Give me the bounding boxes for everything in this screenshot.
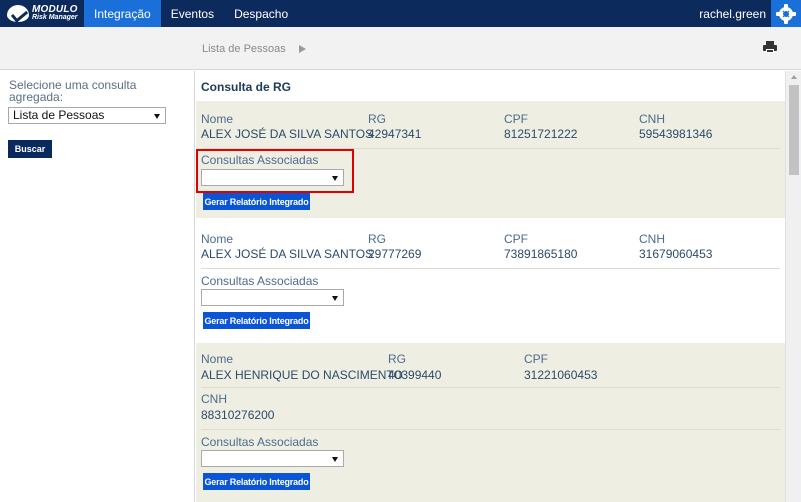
logo-line1: MODULO [32, 3, 78, 15]
cpf-label: CPF [524, 352, 548, 366]
record-card: Nome RG CPF CNH ALEX JOSÉ DA SILVA SANTO… [196, 101, 785, 218]
record-card: Nome RG CPF CNH ALEX JOSÉ DA SILVA SANTO… [196, 222, 785, 337]
query-select[interactable]: Lista de Pessoas [8, 107, 166, 124]
query-select-label: Selecione uma consulta agregada: [9, 78, 137, 104]
nav-item-eventos[interactable]: Eventos [161, 0, 224, 27]
cnh-label: CNH [639, 112, 665, 126]
cpf-value: 31221060453 [524, 368, 598, 382]
associadas-select[interactable] [201, 450, 344, 467]
nome-value: ALEX JOSÉ DA SILVA SANTOS [201, 127, 374, 141]
nav-item-integracao[interactable]: Integração [84, 0, 161, 27]
nome-label: Nome [201, 352, 234, 366]
logo-text: MODULO Risk Manager [32, 3, 78, 22]
rg-value: 29777269 [368, 247, 422, 261]
generate-report-button[interactable]: Gerar Relatório Integrado [203, 193, 310, 210]
divider [201, 429, 780, 430]
breadcrumb-bar: Lista de Pessoas [0, 27, 801, 70]
cnh-value: 88310276200 [201, 408, 275, 422]
divider [201, 387, 780, 388]
rg-label: RG [388, 352, 406, 366]
breadcrumb-item[interactable]: Lista de Pessoas [202, 43, 286, 55]
rg-label: RG [368, 232, 386, 246]
scroll-thumb[interactable] [789, 85, 799, 175]
chevron-down-icon [332, 457, 338, 462]
generate-report-button[interactable]: Gerar Relatório Integrado [203, 473, 310, 490]
chevron-down-icon [154, 114, 160, 119]
breadcrumb: Lista de Pessoas [202, 43, 306, 55]
cnh-label: CNH [201, 392, 227, 406]
rg-value: 40399440 [388, 368, 442, 382]
chevron-down-icon [332, 296, 338, 301]
user-name[interactable]: rachel.green [699, 7, 766, 21]
cpf-label: CPF [504, 112, 528, 126]
cnh-label: CNH [639, 232, 665, 246]
settings-button[interactable] [771, 0, 801, 27]
chevron-down-icon [332, 176, 338, 181]
associadas-select[interactable] [201, 289, 344, 306]
rg-value: 42947341 [368, 127, 422, 141]
arrow-right-icon [298, 45, 306, 54]
associadas-label: Consultas Associadas [201, 274, 319, 288]
logo-line2: Risk Manager [32, 13, 78, 21]
nome-value: ALEX JOSÉ DA SILVA SANTOS [201, 247, 374, 261]
record-card: Nome RG CPF ALEX HENRIQUE DO NASCIMENTO … [196, 343, 785, 502]
cpf-label: CPF [504, 232, 528, 246]
main-content: Consulta de RG Nome RG CPF CNH ALEX JOSÉ… [196, 71, 785, 502]
rg-label: RG [368, 112, 386, 126]
modulo-logo-icon [7, 5, 29, 22]
page-title: Consulta de RG [201, 80, 292, 94]
nome-label: Nome [201, 232, 234, 246]
sidebar: Selecione uma consulta agregada: Lista d… [0, 71, 195, 502]
nome-value: ALEX HENRIQUE DO NASCIMENTO [201, 368, 403, 382]
printer-icon[interactable] [763, 41, 777, 53]
nav-item-despacho[interactable]: Despacho [224, 0, 298, 27]
cpf-value: 81251721222 [504, 127, 578, 141]
cnh-value: 31679060453 [639, 247, 713, 261]
vertical-scrollbar[interactable] [785, 71, 801, 502]
app-logo[interactable]: MODULO Risk Manager [0, 0, 84, 27]
gear-icon [779, 6, 793, 21]
associadas-select[interactable] [201, 169, 344, 186]
associadas-label: Consultas Associadas [201, 153, 319, 167]
nome-label: Nome [201, 112, 234, 126]
top-navigation-bar: MODULO Risk Manager Integração Eventos D… [0, 0, 801, 27]
divider [201, 268, 780, 269]
generate-report-button[interactable]: Gerar Relatório Integrado [203, 312, 310, 329]
associadas-label: Consultas Associadas [201, 435, 319, 449]
cpf-value: 73891865180 [504, 247, 578, 261]
cnh-value: 59543981346 [639, 127, 713, 141]
scroll-up-arrow-icon[interactable] [791, 75, 797, 79]
query-select-value: Lista de Pessoas [13, 108, 105, 122]
search-button[interactable]: Buscar [8, 140, 52, 158]
